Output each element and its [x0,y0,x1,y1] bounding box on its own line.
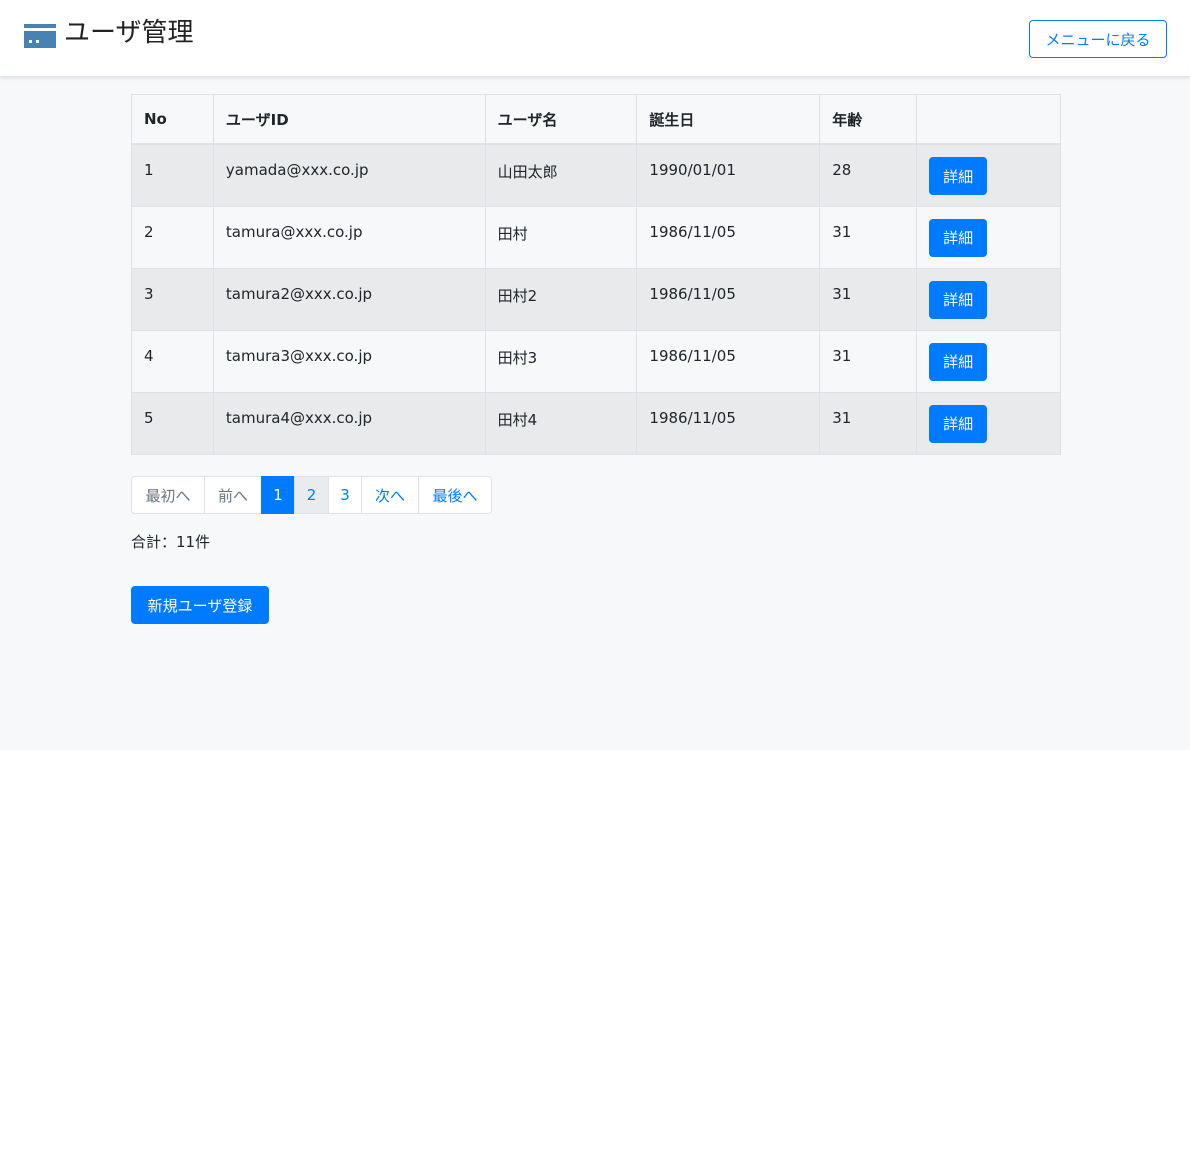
cell-user-name: 田村3 [484,329,638,393]
cell-user-name: 山田太郎 [484,143,638,207]
cell-user-id: yamada@xxx.co.jp [212,143,486,207]
window-icon [24,24,56,48]
cell-action: 詳細 [916,267,1061,331]
column-header-birthday: 誕生日 [636,94,821,145]
cell-action: 詳細 [916,205,1061,269]
column-header-user-id: ユーザID [212,94,486,145]
cell-birthday: 1986/11/05 [636,267,821,331]
column-header-action [916,94,1061,145]
table-row: 5 tamura4@xxx.co.jp 田村4 1986/11/05 31 詳細 [131,391,1061,455]
cell-no: 1 [131,143,214,207]
page-first-link[interactable]: 最初へ [131,476,205,514]
user-table: No ユーザID ユーザ名 誕生日 年齢 1 yamada@xxx.co.jp … [131,94,1061,455]
column-header-user-name: ユーザ名 [484,94,638,145]
cell-birthday: 1990/01/01 [636,143,821,207]
table-row: 4 tamura3@xxx.co.jp 田村3 1986/11/05 31 詳細 [131,329,1061,393]
cell-birthday: 1986/11/05 [636,329,821,393]
detail-button[interactable]: 詳細 [929,280,988,319]
cell-user-name: 田村2 [484,267,638,331]
detail-button[interactable]: 詳細 [929,157,988,195]
table-row: 3 tamura2@xxx.co.jp 田村2 1986/11/05 31 詳細 [131,267,1061,331]
page-link-2[interactable]: 2 [294,476,329,514]
new-user-button[interactable]: 新規ユーザ登録 [131,586,269,624]
detail-button[interactable]: 詳細 [929,404,988,443]
cell-birthday: 1986/11/05 [636,391,821,455]
cell-birthday: 1986/11/05 [636,205,821,269]
cell-action: 詳細 [916,143,1061,207]
column-header-age: 年齢 [819,94,918,145]
page-title: ユーザ管理 [64,18,194,48]
cell-age: 31 [819,329,918,393]
table-row: 2 tamura@xxx.co.jp 田村 1986/11/05 31 詳細 [131,205,1061,269]
cell-age: 31 [819,391,918,455]
back-to-menu-button[interactable]: メニューに戻る [1029,20,1167,58]
main-content: No ユーザID ユーザ名 誕生日 年齢 1 yamada@xxx.co.jp … [0,76,1190,750]
detail-button[interactable]: 詳細 [929,342,988,381]
cell-user-id: tamura2@xxx.co.jp [212,267,486,331]
cell-action: 詳細 [916,329,1061,393]
detail-button[interactable]: 詳細 [929,218,988,257]
total-count: 合計：11件 [131,533,211,551]
page-prev-link[interactable]: 前へ [204,476,262,514]
cell-age: 31 [819,267,918,331]
cell-user-id: tamura4@xxx.co.jp [212,391,486,455]
page-link-1[interactable]: 1 [261,476,295,514]
page-link-3[interactable]: 3 [328,476,362,514]
cell-action: 詳細 [916,391,1061,455]
page-last-link[interactable]: 最後へ [418,476,492,514]
cell-user-name: 田村 [484,205,638,269]
cell-no: 2 [131,205,214,269]
cell-no: 5 [131,391,214,455]
cell-no: 3 [131,267,214,331]
cell-no: 4 [131,329,214,393]
column-header-no: No [131,94,214,145]
table-header-row: No ユーザID ユーザ名 誕生日 年齢 [131,94,1061,145]
cell-user-id: tamura@xxx.co.jp [212,205,486,269]
app-header: ユーザ管理 メニューに戻る [0,0,1190,76]
cell-age: 31 [819,205,918,269]
page-next-link[interactable]: 次へ [361,476,419,514]
table-row: 1 yamada@xxx.co.jp 山田太郎 1990/01/01 28 詳細 [131,143,1061,207]
cell-age: 28 [819,143,918,207]
pagination: 最初へ 前へ 1 2 3 次へ 最後へ [131,476,492,514]
cell-user-id: tamura3@xxx.co.jp [212,329,486,393]
cell-user-name: 田村4 [484,391,638,455]
